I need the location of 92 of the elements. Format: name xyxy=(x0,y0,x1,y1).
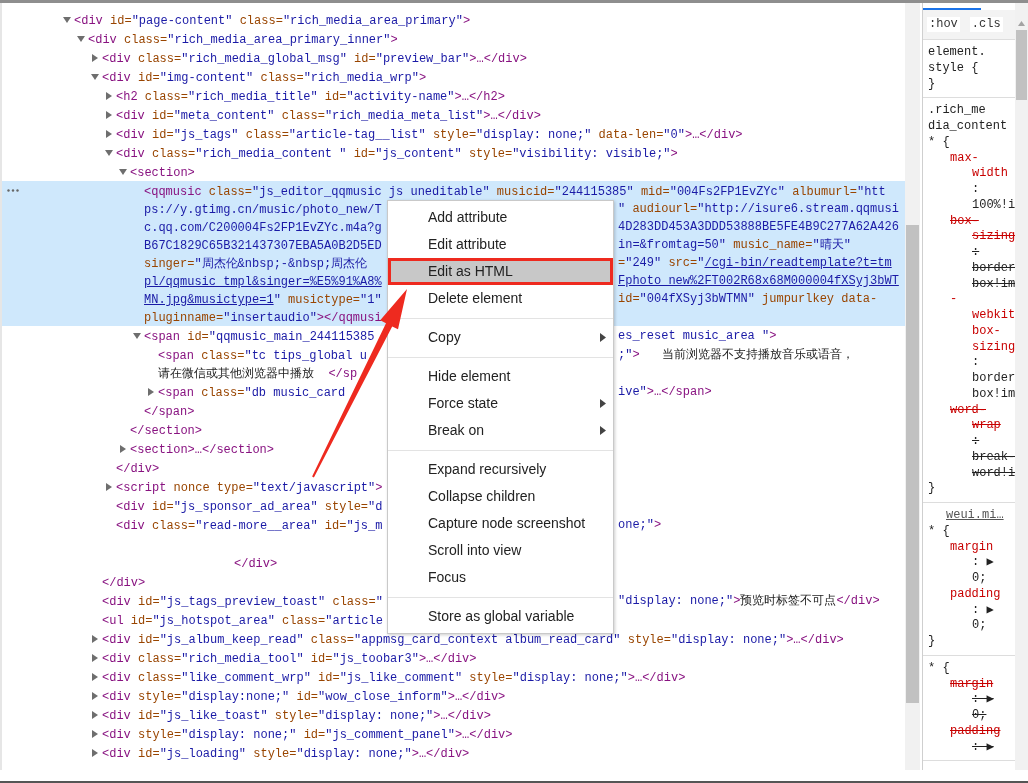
code-line: ;"> 当前浏览器不支持播放音乐或语音， xyxy=(618,346,855,364)
closing-brace: } xyxy=(928,76,937,93)
property-value: : xyxy=(971,182,981,198)
property-value: 0; xyxy=(971,708,988,724)
code-line: "display: none;">预览时标签不可点</div> xyxy=(618,592,880,610)
code-line: <span class="db music_card xyxy=(158,385,346,400)
property-name: padding xyxy=(949,586,1002,603)
code-line: <div class="like_comment_wrp" id="js_like_comment" style="display: none;">…</div> xyxy=(102,670,686,685)
code-line: <div class="rich_media_global_msg" id="preview_bar">…</div> xyxy=(102,51,527,66)
code-line: c.qq.com/C200004Fs2FP1EvZYc.m4a?g xyxy=(144,221,382,235)
property-value: 100%!i xyxy=(971,197,1015,214)
css-selector: * { xyxy=(928,134,951,151)
property-name: margin xyxy=(949,539,995,556)
code-line: <div id="js_sponsor_ad_area" style="d xyxy=(116,499,383,514)
code-line: </div> xyxy=(234,556,278,571)
code-line: </section> xyxy=(130,423,202,438)
code-line: 请在微信或其他浏览器中播放 </sp xyxy=(158,367,358,381)
code-line: <div id="js_album_keep_read" class="appmsg_card_context album_read_card" style="display: none;">…</div> xyxy=(102,632,844,647)
code-line: </span> xyxy=(144,404,195,419)
code-line: ="249" src="/cgi-bin/readtemplate?t=tm xyxy=(618,255,892,272)
property-name: sizing xyxy=(971,339,1015,356)
code-line: <div id="meta_content" class="rich_media_meta_list">…</div> xyxy=(116,108,541,123)
property-value: : ▶ xyxy=(971,602,995,619)
property-name: width xyxy=(971,166,1009,182)
code-line: ps://y.gtimg.cn/music/photo_new/T xyxy=(144,203,382,217)
css-selector: element. xyxy=(928,45,987,61)
property-value: word!i xyxy=(971,465,1015,482)
code-line: <ul id="js_hotspot_area" class="article xyxy=(102,613,383,628)
property-value: : ▶ xyxy=(971,739,995,756)
closing-brace: } xyxy=(928,481,937,497)
css-selector: .rich_me xyxy=(928,103,987,119)
property-value: box!im xyxy=(971,276,1015,293)
property-value: : xyxy=(971,245,981,261)
code-line: </div> xyxy=(102,575,146,590)
code-line: 4D283DD453A3DDD53888BE5FE4B9C277A62A426 xyxy=(618,219,899,236)
property-value: box!im xyxy=(971,386,1015,403)
property-value: border xyxy=(971,371,1015,387)
code-line: <section> xyxy=(130,165,195,180)
property-value: 0; xyxy=(971,571,988,587)
code-line: es_reset music_area "> xyxy=(618,327,777,345)
property-name: padding xyxy=(949,723,1002,740)
property-value: : xyxy=(971,355,981,371)
code-line: Fphoto_new%2FT002R68x68M000004fXSyj3bWT xyxy=(618,273,899,290)
property-name: sizing xyxy=(971,229,1015,245)
code-line: <h2 class="rich_media_title" id="activity-name">…</h2> xyxy=(116,89,505,104)
code-line: <div class="rich_media_content " id="js_content" style="visibility: visible;"> xyxy=(116,146,678,161)
css-selector: style { xyxy=(928,60,980,77)
css-selector: * { xyxy=(928,523,951,540)
code-line: <div id="img-content" class="rich_media_wrp"> xyxy=(102,70,427,85)
property-name: margin xyxy=(949,676,995,693)
code-line: <div id="page-content" class="rich_media_area_primary"> xyxy=(74,13,471,28)
code-line: id="004fXSyj3bWTMN" jumpurlkey data- xyxy=(618,291,878,308)
code-line: <div style="display:none;" id="wow_close_inform">…</div> xyxy=(102,689,506,704)
code-line: <div class="rich_media_area_primary_inner"> xyxy=(88,32,398,47)
css-selector: * { xyxy=(928,660,951,677)
code-line: in=&fromtag=50" music_name="晴天" xyxy=(618,237,851,254)
code-line: </div> xyxy=(116,461,160,476)
code-line: <div style="display: none;" id="js_comment_panel">…</div> xyxy=(102,727,513,742)
code-line: ive">…</span> xyxy=(618,383,712,401)
code-line: <span class="tc tips_global u xyxy=(158,348,367,363)
property-name: box- xyxy=(971,323,1002,340)
code-line: <div id="js_tags_preview_toast" class=" xyxy=(102,594,383,609)
property-name: webkit xyxy=(971,308,1015,324)
code-line: <script nonce type="text/javascript"> xyxy=(116,480,383,495)
code-line: <span id="qqmusic_main_244115385 xyxy=(144,329,375,344)
css-selector: dia_content xyxy=(928,119,1009,135)
closing-brace: } xyxy=(928,634,937,650)
property-name: wrap xyxy=(971,418,1002,434)
code-line: <div id="js_tags" class="article-tag__list" style="display: none;" data-len="0">…</div> xyxy=(116,127,743,142)
code-line: <div id="js_like_toast" style="display: none;">…</div> xyxy=(102,708,491,723)
property-value: : ▶ xyxy=(971,555,995,571)
code-line: <section>…</section> xyxy=(130,442,275,457)
code-line: <div class="rich_media_tool" id="js_toobar3">…</div> xyxy=(102,651,477,666)
property-value: break- xyxy=(971,449,1015,466)
property-value: : xyxy=(971,434,981,450)
property-name: box- xyxy=(949,213,980,230)
code-line: " audiourl="http://isure6.stream.qqmusi xyxy=(618,201,899,218)
property-value: border xyxy=(971,260,1015,277)
code-line: pluginname="insertaudio"></qqmusi xyxy=(144,311,382,325)
property-name: word- xyxy=(949,402,987,419)
property-value: 0; xyxy=(971,618,988,634)
code-line: pl/qqmusic_tmpl&singer=%E5%91%A8% xyxy=(144,275,382,289)
code-line: <qqmusic class="js_editor_qqmusic js uneditable" musicid="244115385" mid="004Fs2FP1EvZYc" albumurl="htt xyxy=(144,184,886,199)
property-value: : ▶ xyxy=(971,692,995,708)
code-line: <div class="read-more__area" id="js_m xyxy=(116,518,383,533)
code-line: one;"> xyxy=(618,516,662,534)
code-line: singer="周杰伦&nbsp;-&nbsp;周杰伦 xyxy=(144,257,368,271)
property-name: - xyxy=(949,292,959,308)
code-line: B67C1829C65B321437307EBA5A0B2D5ED xyxy=(144,239,382,253)
property-name: max- xyxy=(949,150,980,167)
code-line: <div id="js_loading" style="display: none;">…</div> xyxy=(102,746,470,761)
code-line: MN.jpg&musictype=1" musictype="1" xyxy=(144,293,382,307)
